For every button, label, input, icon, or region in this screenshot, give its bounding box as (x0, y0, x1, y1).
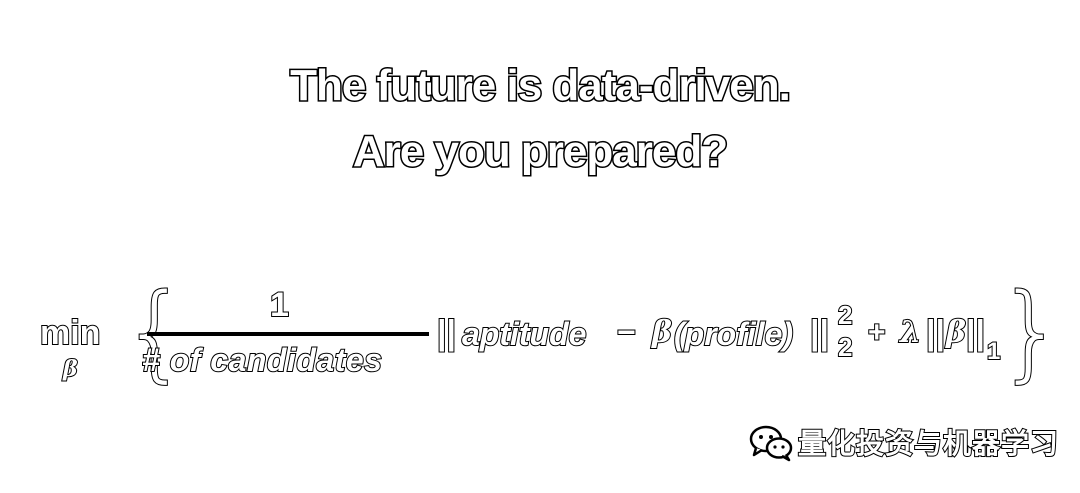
headline-line-2: Are you prepared? (351, 127, 729, 176)
beta-coefficient: β (651, 315, 673, 350)
fraction-denominator: # of candidates (141, 342, 383, 378)
norm-close-bars: || (809, 314, 830, 352)
beta-regularized: β (945, 315, 967, 350)
wechat-icon (748, 422, 794, 462)
minus-sign: − (616, 314, 637, 350)
headline-line-1: The future is data-driven. (289, 61, 793, 110)
profile-term: (profile) (673, 316, 794, 352)
plus-sign: + (867, 316, 886, 349)
watermark: 量化投资与机器学习 (748, 422, 1059, 462)
l1-norm-close-bars: || (965, 314, 986, 352)
objective-formula: min β { 1 # of candidates || aptitude − … (30, 279, 1065, 390)
norm-open-bars: || (436, 314, 457, 352)
watermark-text: 量化投资与机器学习 (797, 426, 1060, 461)
fraction-numerator: 1 (269, 286, 290, 324)
l1-norm-open-bars: || (925, 314, 946, 352)
lambda-symbol: λ (899, 315, 922, 350)
squared-superscript: 2 (837, 300, 854, 330)
min-subscript-beta: β (62, 356, 79, 382)
aptitude-term: aptitude (461, 316, 587, 352)
right-brace: } (997, 271, 1065, 393)
l2-subscript: 2 (837, 332, 854, 362)
fraction-bar (147, 332, 429, 336)
min-operator: min (39, 314, 101, 352)
